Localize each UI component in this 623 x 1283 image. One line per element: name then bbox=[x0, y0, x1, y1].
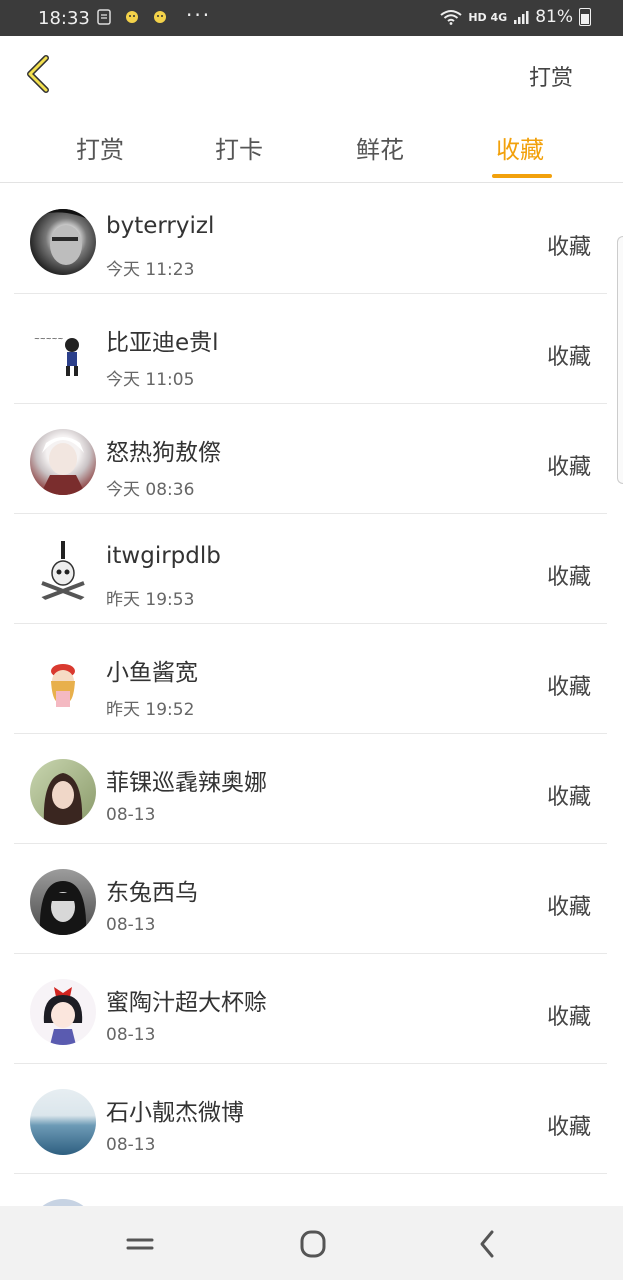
home-icon bbox=[300, 1230, 326, 1258]
scroll-indicator[interactable] bbox=[617, 236, 623, 484]
avatar bbox=[30, 209, 96, 275]
recent-apps-icon bbox=[126, 1238, 154, 1250]
item-time: 08-13 bbox=[106, 1135, 156, 1155]
list-item[interactable]: 菲锞巡毳辣奥娜 08-13 收藏 bbox=[14, 733, 607, 844]
avatar bbox=[30, 539, 96, 605]
user-name: 菲锞巡毳辣奥娜 bbox=[106, 770, 267, 796]
list-item[interactable]: byterryizl 今天 11:23 收藏 bbox=[14, 183, 607, 294]
avatar: ~~~~~ bbox=[30, 319, 96, 385]
system-nav-bar bbox=[0, 1206, 623, 1280]
back-arrow-icon bbox=[480, 1230, 494, 1258]
list-item[interactable]: itwgirpdlb 昨天 19:53 收藏 bbox=[14, 513, 607, 624]
item-time: 今天 11:05 bbox=[106, 370, 195, 390]
item-time: 今天 08:36 bbox=[106, 480, 195, 500]
avatar bbox=[30, 979, 96, 1045]
item-time: 昨天 19:52 bbox=[106, 700, 195, 720]
avatar bbox=[30, 1089, 96, 1155]
user-name: 小鱼酱宽 bbox=[106, 660, 198, 686]
battery-icon bbox=[579, 8, 591, 26]
signal-icon bbox=[514, 11, 529, 24]
tab-checkin[interactable]: 打卡 bbox=[215, 130, 263, 165]
back-button[interactable] bbox=[22, 54, 58, 94]
user-name: byterryizl bbox=[106, 213, 215, 239]
reward-action-button[interactable]: 打赏 bbox=[529, 60, 573, 92]
tab-reward[interactable]: 打赏 bbox=[76, 130, 124, 165]
list-item[interactable]: 怒热狗敖傺 今天 08:36 收藏 bbox=[14, 403, 607, 514]
back-nav-button[interactable] bbox=[468, 1226, 508, 1262]
avatar bbox=[30, 869, 96, 935]
tab-bar: 打赏 打卡 鲜花 收藏 bbox=[0, 112, 623, 183]
list-item[interactable]: 东兔西乌 08-13 收藏 bbox=[14, 843, 607, 954]
item-time: 今天 11:23 bbox=[106, 260, 195, 280]
avatar bbox=[30, 759, 96, 825]
item-time: 昨天 19:53 bbox=[106, 590, 195, 610]
notification-icon bbox=[126, 11, 138, 23]
item-time: 08-13 bbox=[106, 915, 156, 935]
favorite-button[interactable]: 收藏 bbox=[547, 229, 591, 261]
list-item[interactable]: 蜜陶汁超大杯赊 08-13 收藏 bbox=[14, 953, 607, 1064]
list-item[interactable]: ~~~~~ 比亚迪e贵l 今天 11:05 收藏 bbox=[14, 293, 607, 404]
favorite-button[interactable]: 收藏 bbox=[547, 779, 591, 811]
favorite-button[interactable]: 收藏 bbox=[547, 669, 591, 701]
user-name: 比亚迪e贵l bbox=[106, 330, 219, 356]
tab-favorites[interactable]: 收藏 bbox=[496, 130, 544, 165]
favorite-button[interactable]: 收藏 bbox=[547, 449, 591, 481]
status-time: 18:33 bbox=[38, 8, 90, 29]
user-name: itwgirpdlb bbox=[106, 543, 221, 569]
user-name: 石小靓杰微博 bbox=[106, 1100, 244, 1126]
favorite-button[interactable]: 收藏 bbox=[547, 999, 591, 1031]
avatar bbox=[30, 429, 96, 495]
recent-apps-button[interactable] bbox=[120, 1226, 160, 1262]
more-notifications-icon: ··· bbox=[186, 3, 212, 27]
status-right: HD 4G 81% bbox=[440, 7, 591, 27]
favorite-button[interactable]: 收藏 bbox=[547, 339, 591, 371]
favorite-button[interactable]: 收藏 bbox=[547, 889, 591, 921]
favorite-button[interactable]: 收藏 bbox=[547, 1109, 591, 1141]
status-bar: 18:33 ··· HD 4G 81% bbox=[0, 0, 623, 36]
list-item[interactable]: 小鱼酱宽 昨天 19:52 收藏 bbox=[14, 623, 607, 734]
favorite-button[interactable]: 收藏 bbox=[547, 559, 591, 591]
user-name: 怒热狗敖傺 bbox=[106, 440, 221, 466]
item-time: 08-13 bbox=[106, 1025, 156, 1045]
svg-text:~~~~~: ~~~~~ bbox=[34, 335, 63, 343]
home-button[interactable] bbox=[293, 1226, 333, 1262]
notification-icon-2 bbox=[154, 11, 166, 23]
avatar bbox=[30, 649, 96, 715]
chevron-left-icon bbox=[27, 55, 49, 93]
battery-level: 81% bbox=[535, 7, 573, 27]
tab-flowers[interactable]: 鲜花 bbox=[356, 130, 404, 165]
top-bar: 打赏 bbox=[0, 36, 623, 112]
wifi-icon bbox=[440, 10, 462, 25]
network-type: HD 4G bbox=[468, 10, 508, 24]
list-item[interactable]: 石小靓杰微博 08-13 收藏 bbox=[14, 1063, 607, 1174]
active-tab-indicator bbox=[492, 174, 552, 178]
user-name: 东兔西乌 bbox=[106, 880, 198, 906]
item-time: 08-13 bbox=[106, 805, 156, 825]
document-icon bbox=[97, 9, 111, 25]
user-name: 蜜陶汁超大杯赊 bbox=[106, 990, 267, 1016]
